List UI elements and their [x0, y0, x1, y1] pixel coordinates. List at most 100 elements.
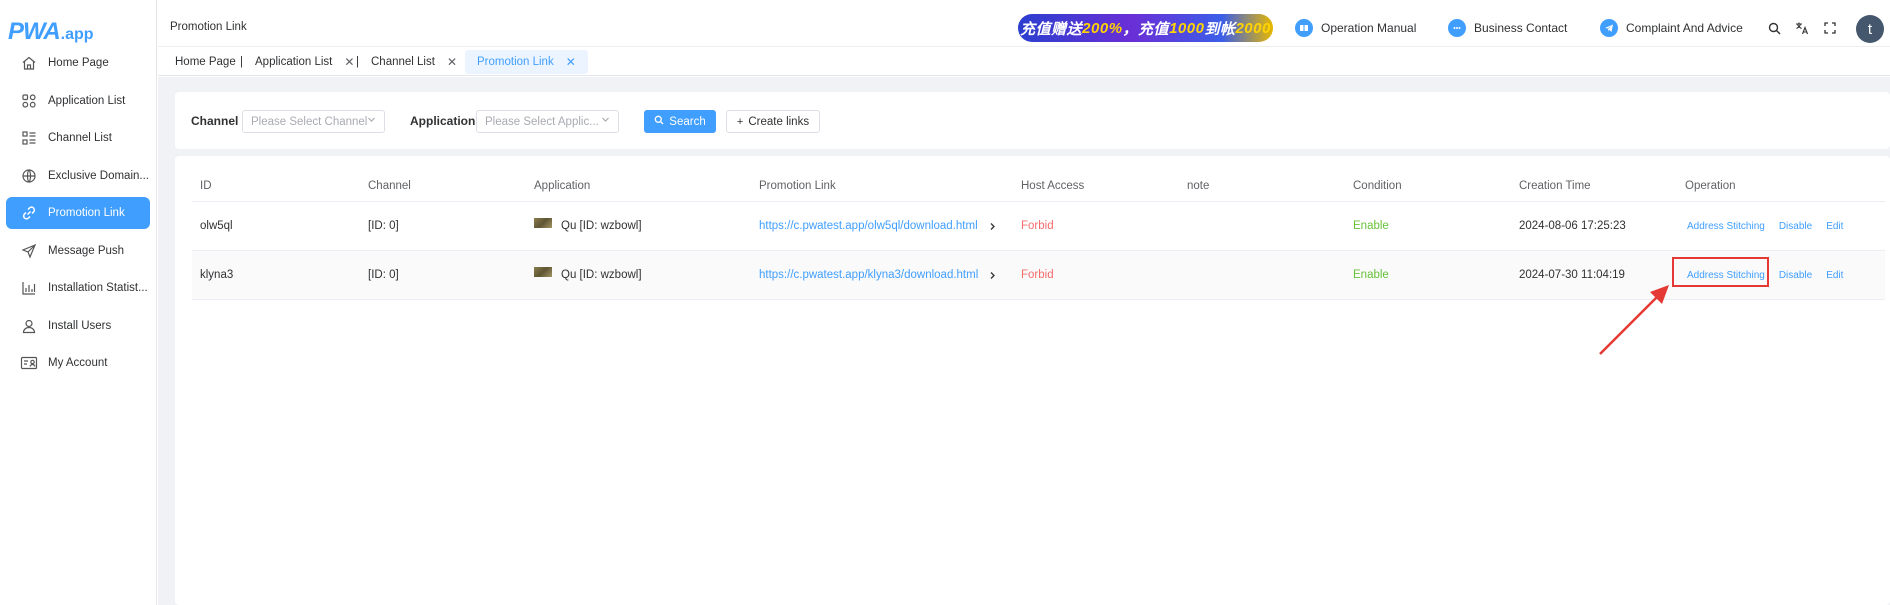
- banner-text-3: 到帐: [1204, 20, 1236, 38]
- column-header-promotion-link: Promotion Link: [759, 180, 836, 192]
- column-header-note: note: [1187, 180, 1210, 192]
- application-select[interactable]: Please Select Applic...: [476, 110, 619, 133]
- sidebar-item-install-users[interactable]: Install Users: [6, 310, 150, 342]
- promo-banner[interactable]: 充值赠送 200% ，充值 1000 到帐 2000: [1018, 14, 1273, 42]
- cell-host-access: Forbid: [1021, 220, 1054, 232]
- sidebar-item-promotion-link[interactable]: Promotion Link: [6, 197, 150, 229]
- book-icon: [1295, 19, 1313, 37]
- home-icon: [20, 54, 38, 72]
- sidebar-item-home[interactable]: Home Page: [6, 47, 150, 79]
- column-header-host-access: Host Access: [1021, 180, 1085, 192]
- filter-panel: Channel Please Select Channel Applicatio…: [175, 92, 1890, 149]
- search-button-label: Search: [669, 115, 706, 128]
- sidebar-item-channel-list[interactable]: Channel List: [6, 122, 150, 154]
- tab-application-list[interactable]: | Application List ✕: [240, 50, 354, 74]
- sidebar-item-installation-statistics[interactable]: Installation Statist...: [6, 272, 150, 304]
- edit-button[interactable]: Edit: [1826, 221, 1843, 232]
- column-header-application: Application: [534, 180, 591, 192]
- banner-highlight-3: 2000: [1235, 19, 1271, 37]
- sidebar-item-label: Installation Statist...: [48, 282, 148, 294]
- send-icon: [20, 242, 38, 260]
- chevron-down-icon: [601, 115, 610, 127]
- tab-separator: |: [240, 56, 243, 68]
- plus-icon: +: [736, 115, 744, 128]
- application-select-placeholder: Please Select Applic...: [485, 115, 599, 128]
- cell-promotion-link[interactable]: https://c.pwatest.app/olw5ql/download.ht…: [759, 202, 978, 250]
- edit-button[interactable]: Edit: [1826, 270, 1843, 281]
- create-links-button[interactable]: + Create links: [726, 110, 820, 133]
- sidebar-item-label: Install Users: [48, 319, 112, 332]
- user-icon: [20, 317, 38, 335]
- close-icon[interactable]: ✕: [344, 55, 354, 69]
- chevron-right-icon[interactable]: [988, 202, 997, 250]
- close-icon[interactable]: ✕: [447, 55, 457, 69]
- cell-id: olw5ql: [200, 220, 233, 232]
- sidebar-item-exclusive-domain[interactable]: Exclusive Domain...: [6, 160, 150, 192]
- annotation-arrow: [1599, 285, 1669, 355]
- logo[interactable]: PWA .app: [8, 18, 94, 45]
- address-stitching-button[interactable]: Address Stitching: [1687, 221, 1765, 232]
- sidebar-item-label: Promotion Link: [48, 207, 125, 219]
- avatar[interactable]: t: [1856, 15, 1884, 43]
- sidebar-item-my-account[interactable]: My Account: [6, 347, 150, 379]
- sidebar: PWA .app Home Page Application List Chan…: [0, 0, 157, 605]
- disable-button[interactable]: Disable: [1779, 221, 1812, 232]
- tab-channel-list[interactable]: | Channel List ✕: [356, 50, 457, 74]
- app-thumbnail: [534, 267, 552, 277]
- complaint-advice-label: Complaint And Advice: [1626, 21, 1743, 35]
- cell-application: Qu [ID: wzbowl]: [534, 202, 642, 250]
- cell-application-text: Qu [ID: wzbowl]: [561, 220, 642, 232]
- app-thumbnail: [534, 218, 552, 228]
- sidebar-item-label: Channel List: [48, 132, 112, 144]
- sidebar-item-label: My Account: [48, 357, 108, 369]
- cell-creation-time: 2024-08-06 17:25:23: [1519, 220, 1626, 232]
- tab-label: Channel List: [371, 56, 435, 68]
- business-contact-link[interactable]: Business Contact: [1448, 19, 1567, 37]
- cell-condition: Enable: [1353, 220, 1389, 232]
- breadcrumb: Promotion Link: [170, 21, 247, 33]
- channel-select-placeholder: Please Select Channel: [251, 115, 368, 128]
- chevron-down-icon: [367, 115, 376, 127]
- cell-application: Qu [ID: wzbowl]: [534, 251, 642, 299]
- cell-condition: Enable: [1353, 269, 1389, 281]
- tab-label: Application List: [255, 56, 333, 68]
- tab-home-page[interactable]: Home Page: [175, 50, 236, 74]
- close-icon[interactable]: ✕: [566, 55, 576, 69]
- tab-label: Promotion Link: [477, 56, 554, 68]
- tab-label: Home Page: [175, 56, 236, 68]
- cell-id: klyna3: [200, 269, 234, 281]
- chevron-right-icon[interactable]: [988, 251, 997, 299]
- cell-channel: [ID: 0]: [368, 269, 399, 281]
- apps-grid-icon: [20, 92, 38, 110]
- operation-manual-link[interactable]: Operation Manual: [1295, 19, 1416, 37]
- list-icon: [20, 129, 38, 147]
- business-contact-label: Business Contact: [1474, 21, 1568, 35]
- search-button[interactable]: Search: [644, 110, 716, 133]
- sidebar-item-label: Message Push: [48, 244, 125, 257]
- globe-icon: [20, 167, 38, 185]
- complaint-advice-link[interactable]: Complaint And Advice: [1600, 19, 1743, 37]
- banner-text-2: ，充值: [1122, 20, 1170, 38]
- disable-button[interactable]: Disable: [1779, 270, 1812, 281]
- logo-brand: PWA: [8, 18, 61, 45]
- sidebar-item-message-push[interactable]: Message Push: [6, 235, 150, 267]
- search-icon: [654, 115, 664, 128]
- banner-highlight-2: 1000: [1169, 19, 1205, 37]
- channel-select[interactable]: Please Select Channel: [242, 110, 385, 133]
- channel-filter-label: Channel: [191, 114, 239, 128]
- sidebar-item-label: Application List: [48, 94, 126, 107]
- fullscreen-icon[interactable]: [1822, 20, 1838, 36]
- sidebar-nav: Home Page Application List Channel List …: [6, 47, 150, 385]
- table-row: olw5ql [ID: 0] Qu [ID: wzbowl] https://c…: [192, 202, 1885, 250]
- translate-icon[interactable]: [1794, 20, 1810, 36]
- column-header-operation: Operation: [1685, 180, 1736, 192]
- tabs-bar: Home Page | Application List ✕ | Channel…: [158, 48, 1890, 76]
- sidebar-item-application-list[interactable]: Application List: [6, 85, 150, 117]
- cell-application-text: Qu [ID: wzbowl]: [561, 269, 642, 281]
- banner-highlight-1: 200%: [1082, 19, 1123, 37]
- top-header: Promotion Link 充值赠送 200% ，充值 1000 到帐 2000 Ope…: [158, 10, 1890, 47]
- tab-promotion-link[interactable]: Promotion Link ✕: [465, 50, 588, 74]
- application-filter-label: Application: [410, 114, 476, 128]
- search-icon[interactable]: [1766, 20, 1782, 36]
- cell-promotion-link[interactable]: https://c.pwatest.app/klyna3/download.ht…: [759, 251, 978, 299]
